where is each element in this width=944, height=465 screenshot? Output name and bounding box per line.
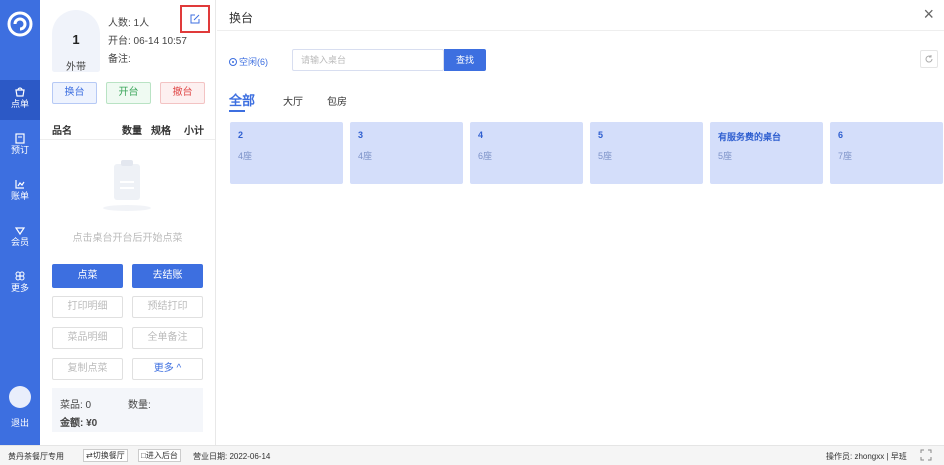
edit-button[interactable] [180,5,210,33]
column-subtotal: 小计 [184,126,204,137]
cancel-table-button[interactable]: 撤台 [160,82,205,104]
open-table-button[interactable]: 开台 [106,82,151,104]
tile-number: 3 [358,130,364,140]
dish-list-header: 品名 数量 规格 小计 [40,116,215,140]
find-button[interactable]: 查找 [444,49,486,71]
open-time: 开台: 06-14 10:57 [108,36,187,47]
checkout-button[interactable]: 去结账 [132,264,203,288]
status-bar: 黄丹茶餐厅专用 ⇄切换餐厅 □进入后台 营业日期: 2022-06-14 操作员… [0,445,944,465]
copy-order-button[interactable]: 复制点菜 [52,358,123,380]
change-table-dialog: 换台 × 空闲(6) 查找 全部 大厅 包房 2 4座 3 4座 4 6座 5 5座 有… [217,0,944,445]
empty-hint: 点击桌台开台后开始点菜 [72,233,183,244]
logo-icon [7,11,33,37]
tile-number: 6 [838,130,844,140]
business-date: 营业日期: 2022-06-14 [193,452,271,461]
column-name: 品名 [52,126,72,137]
more-button[interactable]: 更多 ^ [132,358,203,380]
more-icon [15,271,25,281]
table-search-input[interactable] [292,49,444,71]
nav-item-order[interactable]: 点单 [0,80,40,120]
order-dish-button[interactable]: 点菜 [52,264,123,288]
nav-label: 更多 [10,283,29,293]
member-icon [14,227,26,236]
left-nav: 点单 预订 账单 会员 更多 退出 [0,0,40,445]
column-spec: 规格 [151,126,171,137]
active-tab-indicator [229,110,245,112]
pre-print-button[interactable]: 预结打印 [132,296,203,318]
tile-seats: 5座 [718,151,733,161]
radio-icon [229,58,237,66]
logout-button[interactable]: 退出 [0,416,40,429]
tile-seats: 4座 [238,151,253,161]
order-summary: 菜品: 0 数量: 金额: ¥0 [52,388,203,432]
order-note: 备注: [108,54,131,65]
order-icon [15,87,25,97]
reserve-icon [15,133,25,144]
filter-label: 空闲(6) [239,57,268,67]
operator-info: 操作员: zhongxx | 早班 [826,452,907,461]
people-count: 人数: 1人 [108,18,150,29]
table-tile[interactable]: 4 6座 [470,122,583,184]
nav-item-bill[interactable]: 账单 [0,172,40,212]
tile-number: 2 [238,130,244,140]
nav-label: 账单 [10,191,29,201]
order-panel: 1 外带 人数: 1人 开台: 06-14 10:57 备注: 换台 开台 撤台… [40,0,216,445]
tile-number: 5 [598,130,604,140]
summary-dishes: 菜品: 0 [60,400,92,411]
edit-icon [190,14,200,24]
summary-amount: 金额: ¥0 [60,418,98,429]
nav-label: 会员 [10,237,29,247]
tab-hall[interactable]: 大厅 [283,93,303,108]
column-qty: 数量 [122,126,142,137]
table-tile[interactable]: 2 4座 [230,122,343,184]
nav-item-member[interactable]: 会员 [0,218,40,258]
all-note-button[interactable]: 全单备注 [132,327,203,349]
dish-detail-button[interactable]: 菜品明细 [52,327,123,349]
shop-name: 黄丹茶餐厅专用 [8,452,64,461]
tile-number: 有服务费的桌台 [718,132,782,142]
tab-all[interactable]: 全部 [229,90,255,109]
close-icon[interactable]: × [923,4,934,25]
nav-item-more[interactable]: 更多 [0,264,40,304]
change-table-button[interactable]: 换台 [52,82,97,104]
summary-qty: 数量: [128,400,151,411]
bill-icon [15,180,25,189]
tile-seats: 5座 [598,151,613,161]
avatar[interactable] [9,386,31,408]
empty-clipboard-icon [103,160,151,211]
nav-label: 点单 [10,99,29,109]
fullscreen-icon[interactable] [920,449,932,463]
print-detail-button[interactable]: 打印明细 [52,296,123,318]
nav-item-reserve[interactable]: 预订 [0,126,40,166]
refresh-icon [925,55,933,63]
table-tile[interactable]: 5 5座 [590,122,703,184]
table-tile[interactable]: 有服务费的桌台 5座 [710,122,823,184]
nav-label: 预订 [10,145,29,155]
table-tile[interactable]: 6 7座 [830,122,943,184]
tab-private-room[interactable]: 包房 [327,93,347,108]
table-number: 1 [72,32,80,47]
divider [217,30,944,31]
switch-shop-button[interactable]: ⇄切换餐厅 [83,449,128,462]
enter-backend-button[interactable]: □进入后台 [138,449,181,462]
dialog-title: 换台 [229,11,254,25]
tile-seats: 7座 [838,151,853,161]
tile-seats: 4座 [358,151,373,161]
table-type: 外带 [66,62,86,73]
refresh-button[interactable] [920,50,938,68]
table-card[interactable]: 1 外带 [52,10,100,73]
tile-seats: 6座 [478,151,493,161]
table-tile[interactable]: 3 4座 [350,122,463,184]
tile-number: 4 [478,130,484,140]
idle-filter-radio[interactable]: 空闲(6) [229,55,268,68]
